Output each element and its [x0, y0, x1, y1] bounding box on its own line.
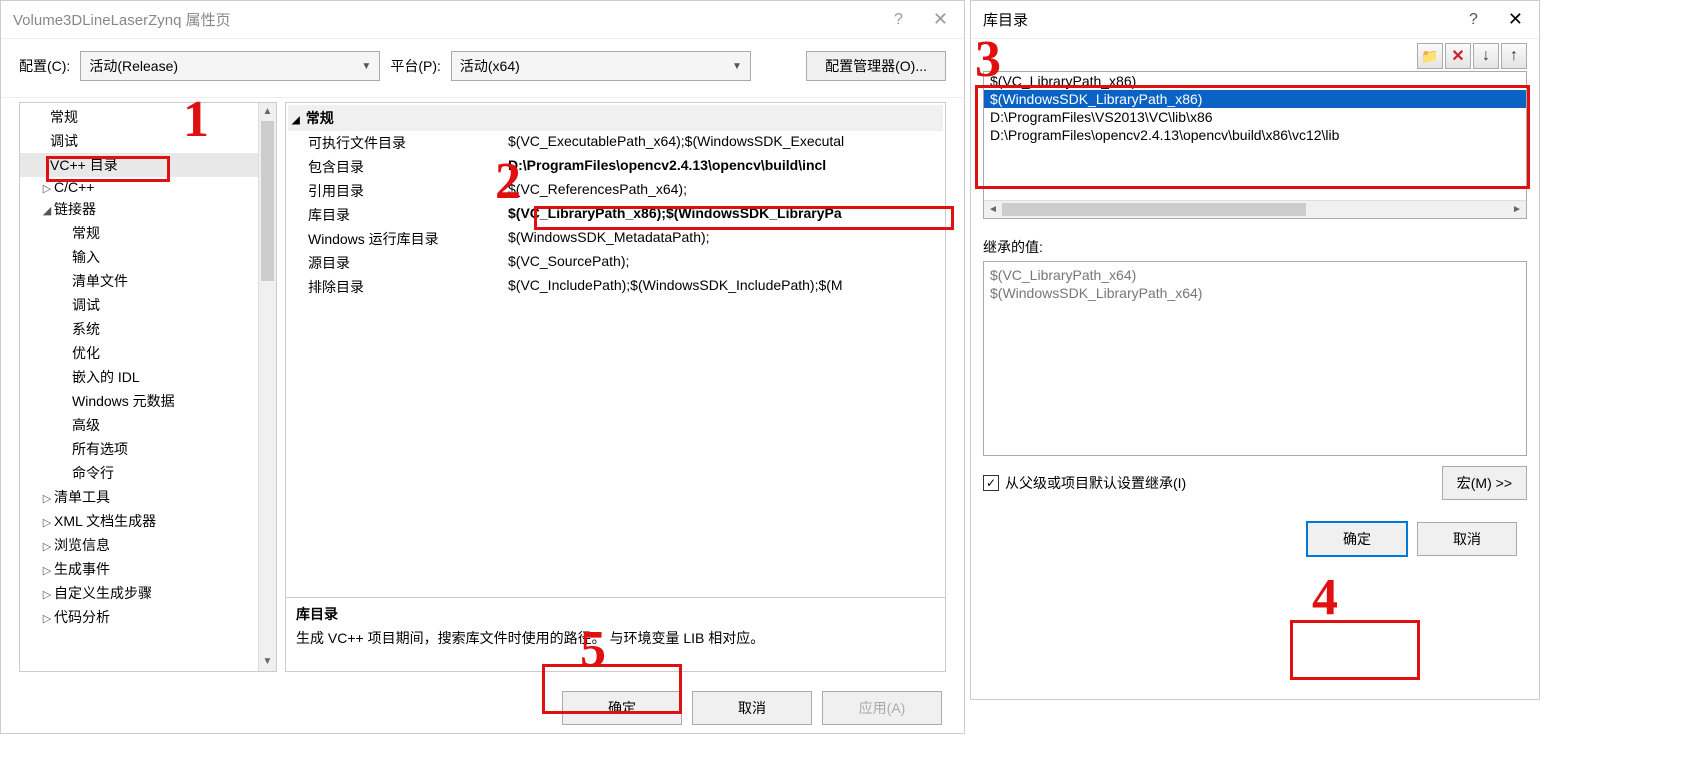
tree-item-linker-manifest[interactable]: 清单文件: [20, 269, 276, 293]
list-item: $(VC_LibraryPath_x64): [990, 266, 1520, 284]
x-icon: ✕: [1451, 46, 1464, 66]
dialog-title: 库目录: [983, 9, 1455, 30]
prop-source-dirs[interactable]: 源目录$(VC_SourcePath);: [288, 251, 943, 275]
chevron-down-icon: ▼: [361, 61, 371, 72]
inherited-label: 继承的值:: [983, 237, 1527, 257]
property-grid[interactable]: ◢常规 可执行文件目录$(VC_ExecutablePath_x64);$(Wi…: [285, 102, 946, 598]
titlebar: 库目录 ? ✕: [971, 1, 1539, 39]
description-panel: 库目录 生成 VC++ 项目期间，搜索库文件时使用的路径。 与环境变量 LIB …: [285, 598, 946, 672]
move-up-button[interactable]: ↑: [1501, 43, 1527, 69]
prop-exclude-dirs[interactable]: 排除目录$(VC_IncludePath);$(WindowsSDK_Inclu…: [288, 275, 943, 299]
macros-button[interactable]: 宏(M) >>: [1442, 466, 1527, 500]
horizontal-scrollbar[interactable]: ◄ ►: [984, 200, 1526, 218]
config-manager-button[interactable]: 配置管理器(O)...: [806, 51, 946, 81]
prop-executable-dirs[interactable]: 可执行文件目录$(VC_ExecutablePath_x64);$(Window…: [288, 131, 943, 155]
inherit-checkbox-label: 从父级或项目默认设置继承(I): [1005, 473, 1186, 493]
list-item[interactable]: D:\ProgramFiles\VS2013\VC\lib\x86: [984, 108, 1526, 126]
tree-item-linker-debug[interactable]: 调试: [20, 293, 276, 317]
delete-button[interactable]: ✕: [1445, 43, 1471, 69]
tree-item-linker-input[interactable]: 输入: [20, 245, 276, 269]
tree-item-build-events[interactable]: ▷生成事件: [20, 557, 276, 581]
scroll-left-icon[interactable]: ◄: [984, 201, 1002, 218]
inherited-listbox: $(VC_LibraryPath_x64) $(WindowsSDK_Libra…: [983, 261, 1527, 456]
cancel-button[interactable]: 取消: [692, 691, 812, 725]
close-icon[interactable]: ✕: [917, 9, 964, 30]
caret-right-icon: ▷: [40, 588, 54, 601]
apply-button[interactable]: 应用(A): [822, 691, 942, 725]
config-value: 活动(Release): [89, 56, 178, 76]
scroll-down-icon[interactable]: ▼: [259, 653, 276, 671]
ok-button[interactable]: 确定: [1307, 522, 1407, 556]
config-combo[interactable]: 活动(Release) ▼: [80, 51, 380, 81]
tree-item-code-analysis[interactable]: ▷代码分析: [20, 605, 276, 629]
toolbar: 📁 ✕ ↓ ↑: [971, 39, 1539, 67]
tree-item-linker-system[interactable]: 系统: [20, 317, 276, 341]
scroll-right-icon[interactable]: ►: [1508, 201, 1526, 218]
description-title: 库目录: [296, 604, 935, 624]
prop-include-dirs[interactable]: 包含目录D:\ProgramFiles\opencv2.4.13\opencv\…: [288, 155, 943, 179]
paths-listbox[interactable]: $(VC_LibraryPath_x86) $(WindowsSDK_Libra…: [983, 71, 1527, 219]
tree-item-debug[interactable]: 调试: [20, 129, 276, 153]
inherit-checkbox[interactable]: ✓ 从父级或项目默认设置继承(I): [983, 473, 1186, 493]
caret-right-icon: ▷: [40, 540, 54, 553]
tree-item-linker-cmdline[interactable]: 命令行: [20, 461, 276, 485]
list-item[interactable]: D:\ProgramFiles\opencv2.4.13\opencv\buil…: [984, 126, 1526, 144]
scroll-thumb[interactable]: [1002, 203, 1306, 216]
platform-value: 活动(x64): [460, 56, 520, 76]
property-pages-dialog: Volume3DLineLaserZynq 属性页 ? ✕ 配置(C): 活动(…: [0, 0, 965, 734]
caret-right-icon: ▷: [40, 564, 54, 577]
description-text: 生成 VC++ 项目期间，搜索库文件时使用的路径。 与环境变量 LIB 相对应。: [296, 628, 935, 648]
chevron-down-icon: ▼: [732, 61, 742, 72]
caret-down-icon: ◢: [292, 115, 300, 126]
caret-down-icon: ◢: [40, 204, 54, 217]
arrow-down-icon: ↓: [1482, 47, 1490, 65]
caret-right-icon: ▷: [40, 612, 54, 625]
tree-item-general[interactable]: 常规: [20, 105, 276, 129]
caret-right-icon: ▷: [40, 182, 54, 195]
config-label: 配置(C):: [19, 56, 70, 76]
tree-item-linker-advanced[interactable]: 高级: [20, 413, 276, 437]
category-header[interactable]: ◢常规: [288, 105, 943, 131]
folder-icon: 📁: [1421, 48, 1438, 65]
help-icon[interactable]: ?: [880, 11, 917, 29]
help-icon[interactable]: ?: [1455, 11, 1492, 29]
category-tree[interactable]: 常规 调试 VC++ 目录 ▷C/C++ ◢链接器 常规 输入 清单文件 调试 …: [19, 102, 277, 672]
caret-right-icon: ▷: [40, 516, 54, 529]
dialog-title: Volume3DLineLaserZynq 属性页: [13, 9, 880, 30]
tree-item-ccpp[interactable]: ▷C/C++: [20, 177, 276, 197]
scroll-up-icon[interactable]: ▲: [259, 103, 276, 121]
prop-reference-dirs[interactable]: 引用目录$(VC_ReferencesPath_x64);: [288, 179, 943, 203]
tree-item-browse[interactable]: ▷浏览信息: [20, 533, 276, 557]
tree-item-linker-opt[interactable]: 优化: [20, 341, 276, 365]
tree-item-xmldoc[interactable]: ▷XML 文档生成器: [20, 509, 276, 533]
tree-scrollbar[interactable]: ▲ ▼: [258, 103, 276, 671]
tree-item-linker[interactable]: ◢链接器: [20, 197, 276, 221]
caret-right-icon: ▷: [40, 492, 54, 505]
titlebar: Volume3DLineLaserZynq 属性页 ? ✕: [1, 1, 964, 39]
library-dirs-dialog: 库目录 ? ✕ 📁 ✕ ↓ ↑ $(VC_LibraryPath_x86) $(…: [970, 0, 1540, 700]
close-icon[interactable]: ✕: [1492, 9, 1539, 30]
list-item: $(WindowsSDK_LibraryPath_x64): [990, 284, 1520, 302]
checkbox-icon: ✓: [983, 475, 999, 491]
new-folder-button[interactable]: 📁: [1417, 43, 1443, 69]
platform-combo[interactable]: 活动(x64) ▼: [451, 51, 751, 81]
tree-item-linker-all[interactable]: 所有选项: [20, 437, 276, 461]
ok-button[interactable]: 确定: [562, 691, 682, 725]
arrow-up-icon: ↑: [1510, 47, 1518, 65]
move-down-button[interactable]: ↓: [1473, 43, 1499, 69]
platform-label: 平台(P):: [390, 56, 441, 76]
tree-item-custom-build[interactable]: ▷自定义生成步骤: [20, 581, 276, 605]
list-item[interactable]: $(VC_LibraryPath_x86): [984, 72, 1526, 90]
tree-item-linker-idl[interactable]: 嵌入的 IDL: [20, 365, 276, 389]
tree-item-vcdirs[interactable]: VC++ 目录: [20, 153, 276, 177]
tree-item-linker-winmd[interactable]: Windows 元数据: [20, 389, 276, 413]
tree-item-linker-general[interactable]: 常规: [20, 221, 276, 245]
cancel-button[interactable]: 取消: [1417, 522, 1517, 556]
config-row: 配置(C): 活动(Release) ▼ 平台(P): 活动(x64) ▼ 配置…: [1, 39, 964, 98]
list-item[interactable]: $(WindowsSDK_LibraryPath_x86): [984, 90, 1526, 108]
scroll-thumb[interactable]: [261, 121, 274, 281]
prop-library-dirs[interactable]: 库目录$(VC_LibraryPath_x86);$(WindowsSDK_Li…: [288, 203, 943, 227]
prop-winrt-dirs[interactable]: Windows 运行库目录$(WindowsSDK_MetadataPath);: [288, 227, 943, 251]
tree-item-manifest-tool[interactable]: ▷清单工具: [20, 485, 276, 509]
